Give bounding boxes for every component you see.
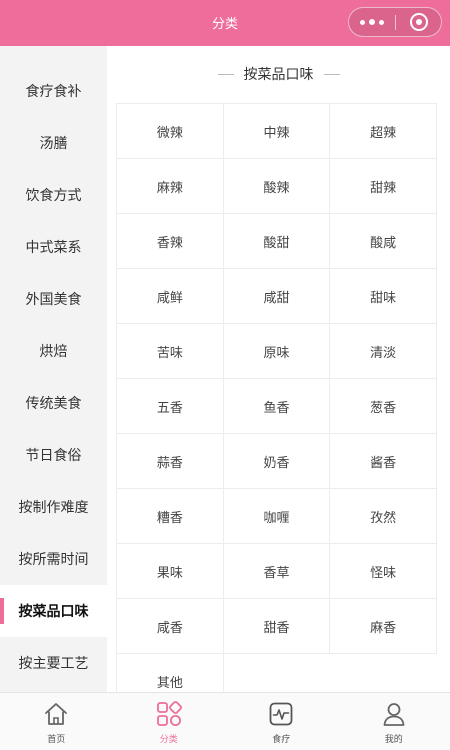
- sidebar-item-by-time[interactable]: 按所需时间: [0, 533, 107, 585]
- taste-option[interactable]: 咸鲜: [117, 269, 224, 324]
- sidebar-item-baking[interactable]: 烘焙: [0, 325, 107, 377]
- taste-option[interactable]: 酱香: [330, 434, 437, 489]
- user-icon: [383, 703, 405, 726]
- tab-me[interactable]: 我的: [338, 693, 450, 750]
- taste-option[interactable]: 甜味: [330, 269, 437, 324]
- tab-me-label: 我的: [384, 735, 403, 745]
- taste-option[interactable]: 葱香: [330, 379, 437, 434]
- taste-option[interactable]: 微辣: [117, 104, 224, 159]
- sidebar-item-by-technique[interactable]: 按主要工艺: [0, 637, 107, 689]
- more-dots-icon[interactable]: [349, 8, 395, 36]
- home-icon: [45, 703, 68, 725]
- close-circle-icon[interactable]: [396, 8, 442, 36]
- tab-home[interactable]: 首页: [0, 693, 113, 750]
- taste-option[interactable]: 中辣: [223, 104, 331, 159]
- taste-option[interactable]: 超辣: [330, 104, 437, 159]
- taste-option[interactable]: 麻辣: [117, 159, 224, 214]
- sidebar-item-by-taste[interactable]: 按菜品口味: [0, 585, 107, 637]
- taste-option[interactable]: 香辣: [117, 214, 224, 269]
- taste-option[interactable]: 咸香: [117, 599, 224, 654]
- taste-option[interactable]: 孜然: [330, 489, 437, 544]
- taste-option[interactable]: 酸甜: [223, 214, 331, 269]
- sidebar-item-traditional-food[interactable]: 传统美食: [0, 377, 107, 429]
- taste-option[interactable]: 香草: [223, 544, 331, 599]
- title-divider-left: [217, 73, 234, 75]
- taste-grid: 微辣 中辣 超辣麻辣 酸辣 甜辣香辣 酸甜 酸咸咸鲜 咸甜 甜味苦味 原味 清淡五香 鱼香 葱香蒜香 奶香…: [116, 103, 437, 692]
- sidebar-item-foreign-cuisine[interactable]: 外国美食: [0, 273, 107, 325]
- taste-option[interactable]: 苦味: [117, 324, 224, 379]
- taste-option[interactable]: 其他: [117, 654, 224, 692]
- sidebar-item-festival-food[interactable]: 节日食俗: [0, 429, 107, 481]
- sidebar-item-diet-therapy[interactable]: 食疗食补: [0, 65, 107, 117]
- taste-option[interactable]: 鱼香: [223, 379, 331, 434]
- taste-option[interactable]: 糟香: [117, 489, 224, 544]
- tab-category[interactable]: 分类: [113, 693, 226, 750]
- category-content: 按菜品口味 微辣 中辣 超辣麻辣 酸辣 甜辣香辣 酸甜 酸咸咸鲜 咸甜 甜味苦味 原味 清淡五香 鱼香…: [107, 46, 450, 692]
- taste-option[interactable]: 咖喱: [223, 489, 331, 544]
- tab-therapy[interactable]: 食疗: [225, 693, 338, 750]
- sidebar-item-chinese-cuisine[interactable]: 中式菜系: [0, 221, 107, 273]
- taste-option[interactable]: 蒜香: [117, 434, 224, 489]
- tab-therapy-label: 食疗: [272, 735, 291, 745]
- title-divider-right: [323, 73, 340, 75]
- bottom-tab-bar: 首页 分类 食疗 我的: [0, 692, 450, 750]
- taste-option[interactable]: 果味: [117, 544, 224, 599]
- sidebar-item-diet-style[interactable]: 饮食方式: [0, 169, 107, 221]
- taste-option[interactable]: 清淡: [330, 324, 437, 379]
- mini-program-capsule: [348, 7, 442, 37]
- taste-option[interactable]: 甜辣: [330, 159, 437, 214]
- health-monitor-icon: [269, 702, 293, 726]
- top-bar: 分类: [0, 0, 450, 46]
- category-sidebar: 食疗食补 汤膳 饮食方式 中式菜系 外国美食 烘焙 传统美食 节日食俗 按制作难…: [0, 46, 107, 692]
- tab-home-label: 首页: [47, 735, 66, 745]
- section-title: 按菜品口味: [243, 67, 314, 83]
- sidebar-item-by-difficulty[interactable]: 按制作难度: [0, 481, 107, 533]
- taste-option[interactable]: 甜香: [223, 599, 331, 654]
- taste-option[interactable]: 酸辣: [223, 159, 331, 214]
- taste-option[interactable]: 怪味: [330, 544, 437, 599]
- taste-option[interactable]: 奶香: [223, 434, 331, 489]
- taste-option[interactable]: 麻香: [330, 599, 437, 654]
- section-header: 按菜品口味: [107, 64, 450, 84]
- category-icon: [156, 701, 182, 726]
- taste-option[interactable]: 五香: [117, 379, 224, 434]
- taste-option[interactable]: 酸咸: [330, 214, 437, 269]
- tab-category-label: 分类: [159, 735, 178, 745]
- sidebar-item-soups[interactable]: 汤膳: [0, 117, 107, 169]
- taste-option[interactable]: 咸甜: [223, 269, 331, 324]
- taste-option[interactable]: 原味: [223, 324, 331, 379]
